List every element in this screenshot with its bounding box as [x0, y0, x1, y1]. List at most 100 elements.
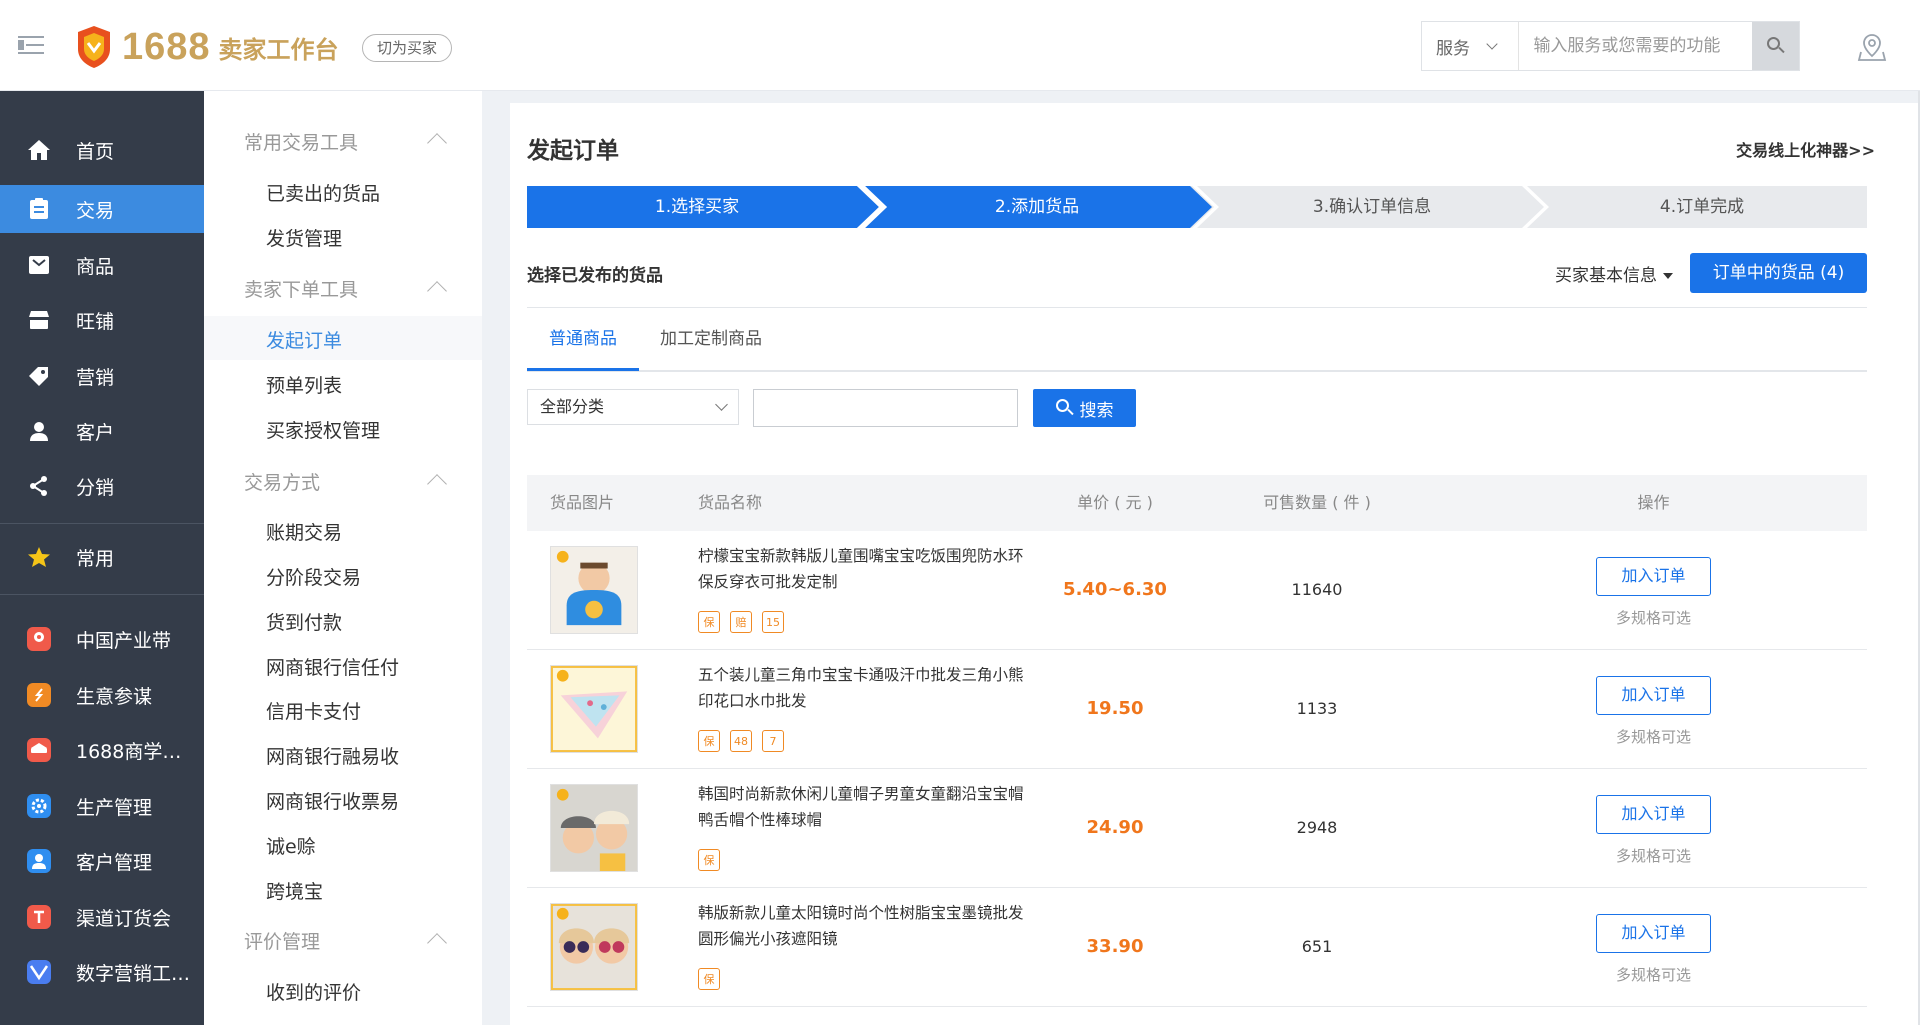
- compass-app-icon: [27, 683, 51, 707]
- product-image-cap[interactable]: [550, 784, 638, 872]
- buyer-info-dropdown[interactable]: 买家基本信息: [1555, 261, 1673, 286]
- subnav-item-buyer-auth[interactable]: 买家授权管理: [266, 416, 380, 443]
- order-goods-button[interactable]: 订单中的货品 (4): [1690, 253, 1867, 293]
- product-image-bib[interactable]: [550, 546, 638, 634]
- tab-normal-goods[interactable]: 普通商品: [527, 308, 639, 371]
- nav-label: 常用: [76, 547, 115, 570]
- tag-icon: [29, 367, 48, 386]
- product-name[interactable]: 韩国时尚新款休闲儿童帽子男童女童翻沿宝宝帽鸭舌帽个性棒球帽: [698, 781, 1028, 833]
- add-to-order-button[interactable]: 加入订单: [1596, 795, 1711, 834]
- clipboard-icon: [30, 198, 48, 219]
- subnav-item-create-order[interactable]: 发起订单: [266, 326, 342, 353]
- product-name[interactable]: 柠檬宝宝新款韩版儿童围嘴宝宝吃饭围兜防水环保反穿衣可批发定制: [698, 543, 1028, 595]
- section-title: 选择已发布的货品: [527, 266, 663, 286]
- nav-label: 客户管理: [76, 851, 153, 874]
- return-days-badge: 7: [762, 730, 784, 752]
- subnav-group-title[interactable]: 卖家下单工具: [244, 275, 358, 302]
- caret-down-icon: [1663, 273, 1673, 279]
- nav-item-customer[interactable]: 客户: [0, 407, 204, 455]
- star-icon: [28, 547, 50, 567]
- nav-item-goods[interactable]: 商品: [0, 241, 204, 289]
- search-button-label: 搜索: [1079, 400, 1114, 421]
- nav-label: 客户: [76, 421, 115, 444]
- subnav-item-cod[interactable]: 货到付款: [266, 608, 342, 635]
- add-to-order-button[interactable]: 加入订单: [1596, 557, 1711, 596]
- nav-item-distribution[interactable]: 分销: [0, 462, 204, 510]
- subnav-item-credit-card[interactable]: 信用卡支付: [266, 697, 361, 724]
- service-search-input[interactable]: [1519, 22, 1753, 70]
- nav-divider: [0, 523, 204, 524]
- nav-label: 生意参谋: [76, 685, 153, 708]
- guarantee-badge: 保: [698, 730, 720, 752]
- share-icon: [30, 476, 47, 496]
- multi-spec-note: 多规格可选: [1615, 966, 1691, 984]
- product-image-sunglasses[interactable]: [550, 903, 638, 991]
- nav-item-home[interactable]: 首页: [0, 126, 204, 174]
- subnav-item-staged-pay[interactable]: 分阶段交易: [266, 563, 361, 590]
- nav-label: 首页: [76, 140, 115, 163]
- buyer-info-label: 买家基本信息: [1555, 266, 1657, 286]
- subnav-item-cross-border[interactable]: 跨境宝: [266, 877, 323, 904]
- nav-item-favorites[interactable]: 常用: [0, 533, 204, 581]
- trade-subnav: 常用交易工具 已卖出的货品 发货管理 卖家下单工具 发起订单 预单列表 买家授权…: [204, 91, 482, 1025]
- product-name[interactable]: 韩版新款儿童太阳镜时尚个性树脂宝宝墨镜批发圆形偏光小孩遮阳镜: [698, 900, 1028, 952]
- add-to-order-button[interactable]: 加入订单: [1596, 676, 1711, 715]
- product-name[interactable]: 五个装儿童三角巾宝宝卡通吸汗巾批发三角小熊印花口水巾批发: [698, 662, 1028, 714]
- subnav-item-received-reviews[interactable]: 收到的评价: [266, 978, 361, 1005]
- logo-shield-icon: [78, 26, 110, 68]
- subnav-item-bill-receive[interactable]: 网商银行收票易: [266, 787, 399, 814]
- chevron-down-icon: [1486, 37, 1498, 50]
- switch-to-buyer-button[interactable]: 切为买家: [362, 34, 453, 62]
- unit-price: 19.50: [1086, 698, 1144, 719]
- nav-item-trade[interactable]: 交易: [0, 185, 204, 233]
- nav-item-crm[interactable]: 客户管理: [0, 837, 204, 885]
- nav-item-digital-marketing[interactable]: 数字营销工…: [0, 948, 204, 996]
- nav-item-shop[interactable]: 旺铺: [0, 296, 204, 344]
- subnav-item-preorder-list[interactable]: 预单列表: [266, 371, 342, 398]
- subnav-item-credit-term[interactable]: 账期交易: [266, 518, 342, 545]
- subnav-item-sold-goods[interactable]: 已卖出的货品: [266, 179, 380, 206]
- nav-item-production[interactable]: 生产管理: [0, 782, 204, 830]
- subnav-item-shipping[interactable]: 发货管理: [266, 224, 342, 251]
- add-to-order-button[interactable]: 加入订单: [1596, 914, 1711, 953]
- trade-online-tool-link[interactable]: 交易线上化神器>>: [1736, 137, 1875, 161]
- search-submit-button[interactable]: [1752, 22, 1799, 70]
- nav-item-marketing[interactable]: 营销: [0, 352, 204, 400]
- chevron-up-icon[interactable]: [427, 933, 447, 953]
- subnav-item-easy-receive[interactable]: 网商银行融易收: [266, 742, 399, 769]
- unit-price: 24.90: [1086, 817, 1144, 838]
- goods-search-input[interactable]: [753, 389, 1018, 427]
- nav-item-industry-belt[interactable]: 中国产业带: [0, 615, 204, 663]
- service-badges: 保: [698, 968, 720, 990]
- guarantee-badge: 保: [698, 611, 720, 633]
- search-category-select[interactable]: 服务: [1422, 22, 1520, 70]
- category-select[interactable]: 全部分类: [527, 389, 739, 425]
- subnav-item-trust-pay[interactable]: 网商银行信任付: [266, 653, 399, 680]
- chevron-up-icon[interactable]: [427, 133, 447, 153]
- logo-subtitle: 卖家工作台: [218, 35, 339, 64]
- chevron-up-icon[interactable]: [427, 281, 447, 301]
- hamburger-icon[interactable]: [18, 34, 44, 56]
- nav-item-business-school[interactable]: 1688商学…: [0, 726, 204, 774]
- available-qty: 11640: [1291, 580, 1343, 599]
- subnav-group-title[interactable]: 常用交易工具: [244, 128, 358, 155]
- nav-item-channel-order[interactable]: 渠道订货会: [0, 893, 204, 941]
- nav-label: 商品: [76, 255, 115, 278]
- service-badges: 保 48 7: [698, 730, 784, 752]
- goods-search-button[interactable]: 搜索: [1033, 389, 1136, 427]
- order-app-icon: [27, 905, 51, 929]
- location-pin-icon[interactable]: [1857, 32, 1887, 62]
- subnav-item-e-credit[interactable]: 诚e赊: [266, 832, 316, 859]
- guarantee-badge: 保: [698, 849, 720, 871]
- subnav-active-highlight: [204, 316, 482, 360]
- inbox-icon: [29, 256, 49, 274]
- logo[interactable]: 1688 卖家工作台: [76, 24, 339, 70]
- chevron-up-icon[interactable]: [427, 474, 447, 494]
- subnav-group-title[interactable]: 交易方式: [244, 468, 320, 495]
- tab-custom-goods[interactable]: 加工定制商品: [660, 308, 762, 371]
- nav-item-business-advisor[interactable]: 生意参谋: [0, 671, 204, 719]
- ship-48h-badge: 48: [730, 730, 752, 752]
- product-image-bandana[interactable]: [550, 665, 638, 753]
- subnav-group-title[interactable]: 评价管理: [244, 927, 320, 954]
- step-4: 4.订单完成: [1659, 197, 1745, 217]
